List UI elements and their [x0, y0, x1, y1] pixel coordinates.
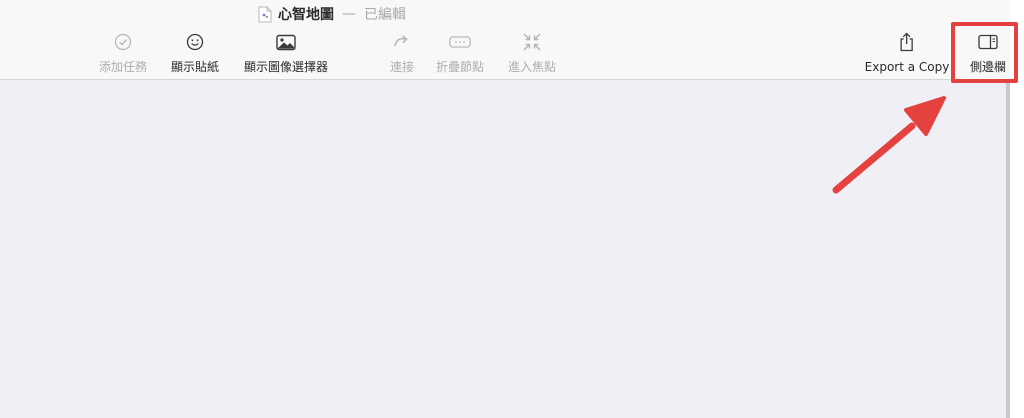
export-copy-button[interactable]: Export a Copy: [864, 32, 950, 78]
document-icon: [258, 6, 272, 22]
title-separator: —: [342, 6, 356, 22]
show-image-picker-label: 顯示圖像選擇器: [243, 60, 329, 74]
curved-arrow-icon: [394, 35, 408, 47]
document-name: 心智地圖: [278, 7, 334, 23]
share-icon: [900, 32, 914, 52]
show-stickers-label: 顯示貼紙: [170, 60, 220, 74]
connect-button[interactable]: 連接: [390, 32, 414, 78]
fold-nodes-label: 折疊節點: [435, 60, 485, 74]
checkmark-circle-icon: [114, 33, 132, 51]
app-window: 心智地圖 — 已編輯 添加任務 顯示貼紙 顯示圖像選擇器 連接 折疊節點 進入焦…: [0, 0, 1010, 418]
smiley-icon: [186, 33, 204, 51]
window-title: 心智地圖 — 已編輯: [258, 4, 406, 24]
fold-nodes-button[interactable]: 折疊節點: [436, 32, 484, 78]
connect-label: 連接: [389, 60, 415, 74]
export-copy-label: Export a Copy: [864, 60, 950, 74]
collapsed-node-icon: [449, 36, 471, 48]
enter-focus-label: 進入焦點: [507, 60, 557, 74]
edited-status: 已編輯: [364, 7, 406, 23]
sidebar-highlight-box: [951, 22, 1018, 83]
enter-focus-button[interactable]: 進入焦點: [508, 32, 556, 78]
focus-arrows-icon: [523, 33, 541, 51]
add-task-button[interactable]: 添加任務: [99, 32, 147, 78]
mind-map-canvas[interactable]: [0, 80, 1006, 418]
show-image-picker-button[interactable]: 顯示圖像選擇器: [244, 32, 328, 78]
show-stickers-button[interactable]: 顯示貼紙: [171, 32, 219, 78]
add-task-label: 添加任務: [98, 60, 148, 74]
toolbar: 心智地圖 — 已編輯 添加任務 顯示貼紙 顯示圖像選擇器 連接 折疊節點 進入焦…: [0, 0, 1010, 80]
photo-icon: [276, 34, 296, 50]
